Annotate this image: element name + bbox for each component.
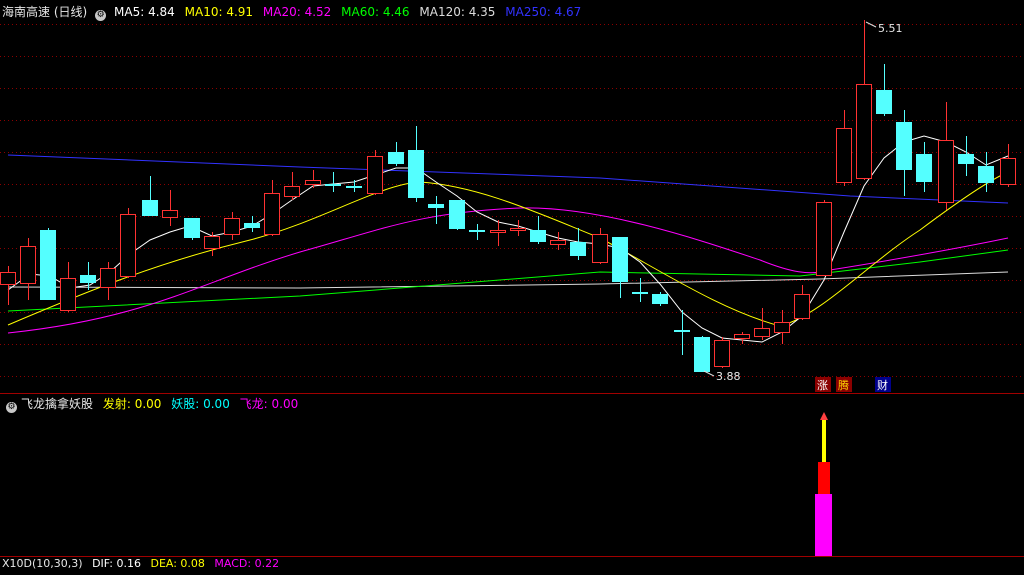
candle[interactable] xyxy=(388,142,404,166)
candle[interactable] xyxy=(325,172,341,192)
indicator-bar-yaogu xyxy=(818,462,830,494)
candle[interactable] xyxy=(469,224,485,240)
candle[interactable] xyxy=(244,216,260,232)
candle[interactable] xyxy=(916,142,932,192)
candle[interactable] xyxy=(60,262,76,312)
indicator-yaogu-value: 妖股: 0.00 xyxy=(171,397,230,411)
candle[interactable] xyxy=(490,220,506,246)
candle[interactable] xyxy=(428,196,444,224)
candlestick-series[interactable] xyxy=(0,20,1016,372)
candle[interactable] xyxy=(204,232,220,256)
ma10-label: MA10: 4.91 xyxy=(184,5,254,19)
candle[interactable] xyxy=(408,126,424,202)
badge-teng: 腾 xyxy=(838,378,849,392)
kline-chart-stage[interactable]: 5.51 3.88 涨 腾 财 xyxy=(0,0,1024,565)
indicator-bars xyxy=(815,412,832,557)
candle[interactable] xyxy=(20,238,36,300)
candle[interactable] xyxy=(142,176,158,216)
candle[interactable] xyxy=(978,152,994,192)
candle[interactable] xyxy=(120,208,136,278)
indicator-feilong-value: 飞龙: 0.00 xyxy=(239,397,299,411)
indicator-panel-header: ⚙ 飞龙擒拿妖股 发射: 0.00 妖股: 0.00 飞龙: 0.00 xyxy=(2,395,304,413)
candle[interactable] xyxy=(264,180,280,236)
settings-icon[interactable]: ⚙ xyxy=(95,10,107,21)
high-marker-arrow-icon xyxy=(865,21,877,28)
bottom-dea-value: DEA: 0.08 xyxy=(150,557,205,570)
candle[interactable] xyxy=(1000,144,1016,187)
indicator-bar-feilong xyxy=(815,494,832,557)
candle[interactable] xyxy=(162,190,178,226)
candle[interactable] xyxy=(550,232,566,250)
candle[interactable] xyxy=(346,180,362,192)
candle[interactable] xyxy=(938,102,954,210)
badge-zhang: 涨 xyxy=(817,379,828,392)
candle[interactable] xyxy=(632,278,648,302)
candle[interactable] xyxy=(856,20,872,180)
candle[interactable] xyxy=(184,218,200,240)
bottom-macd-value: MACD: 0.22 xyxy=(214,557,280,570)
candle[interactable] xyxy=(449,200,465,230)
candle[interactable] xyxy=(40,228,56,300)
candle[interactable] xyxy=(224,212,240,240)
candle[interactable] xyxy=(774,310,790,344)
settings-icon[interactable]: ⚙ xyxy=(6,402,17,413)
indicator-bar-fashe xyxy=(822,420,826,462)
indicator-fashe-value: 发射: 0.00 xyxy=(102,397,162,411)
candle[interactable] xyxy=(958,136,974,176)
low-marker-label: 3.88 xyxy=(716,370,741,383)
main-panel-header: 海南高速 (日线) ⚙ MA5: 4.84 MA10: 4.91 MA20: 4.… xyxy=(2,3,587,21)
ma5-label: MA5: 4.84 xyxy=(114,5,175,19)
candle[interactable] xyxy=(100,262,116,300)
candle[interactable] xyxy=(570,228,586,260)
high-marker-label: 5.51 xyxy=(878,22,903,35)
candle[interactable] xyxy=(876,64,892,116)
bottom-indicator-title[interactable]: X10D(10,30,3) xyxy=(2,557,83,570)
ma20-line xyxy=(7,207,1009,334)
candle[interactable] xyxy=(714,337,730,368)
price-markers: 5.51 3.88 xyxy=(703,21,903,383)
candle[interactable] xyxy=(694,336,710,372)
candle[interactable] xyxy=(652,292,668,306)
candle[interactable] xyxy=(836,110,852,186)
candle[interactable] xyxy=(794,285,810,320)
candle[interactable] xyxy=(284,172,300,200)
candle[interactable] xyxy=(612,237,628,298)
candle[interactable] xyxy=(592,228,608,264)
ma20-label: MA20: 4.52 xyxy=(262,5,332,19)
candle[interactable] xyxy=(367,150,383,195)
stock-title[interactable]: 海南高速 (日线) xyxy=(2,5,87,19)
bottom-dif-value: DIF: 0.16 xyxy=(92,557,141,570)
indicator-arrow-icon xyxy=(820,412,828,420)
candle[interactable] xyxy=(530,216,546,244)
badge-cai: 财 xyxy=(877,378,888,392)
signal-badges: 涨 腾 财 xyxy=(815,377,891,392)
bottom-panel-header: X10D(10,30,3) DIF: 0.16 DEA: 0.08 MACD: … xyxy=(2,557,285,575)
candle[interactable] xyxy=(0,266,16,305)
ma60-label: MA60: 4.46 xyxy=(341,5,410,19)
candle[interactable] xyxy=(510,220,526,236)
candle[interactable] xyxy=(734,332,750,344)
candle[interactable] xyxy=(896,110,912,196)
ma120-label: MA120: 4.35 xyxy=(419,5,496,19)
indicator-title[interactable]: 飞龙擒拿妖股 xyxy=(21,397,93,411)
ma250-label: MA250: 4.67 xyxy=(505,5,582,19)
candle[interactable] xyxy=(816,200,832,276)
